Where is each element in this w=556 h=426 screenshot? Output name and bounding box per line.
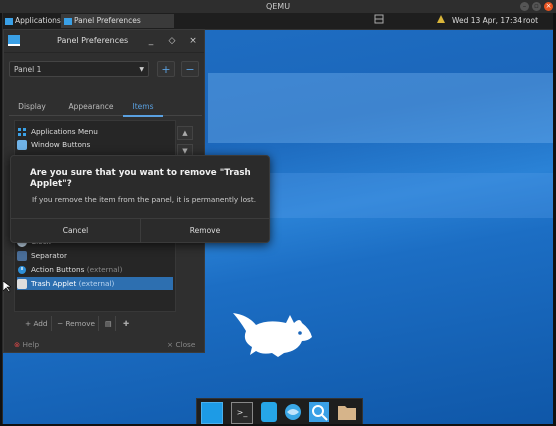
dock: >_ xyxy=(196,398,363,424)
xfce-panel: Applications Panel Preferences Wed 13 Ap… xyxy=(3,13,553,30)
panel-preferences-icon xyxy=(8,35,20,46)
remove-confirmation-dialog: Are you sure that you want to remove "Tr… xyxy=(10,155,270,243)
workspace-switcher[interactable] xyxy=(373,14,385,28)
applications-menu-button[interactable]: Applications xyxy=(5,14,61,28)
trash-icon xyxy=(17,279,27,289)
window-icon xyxy=(64,17,72,25)
dialog-title: Are you sure that you want to remove "Tr… xyxy=(30,168,251,189)
add-item-button[interactable]: + Add xyxy=(22,316,52,331)
dialog-buttons: Cancel Remove xyxy=(11,218,269,243)
power-icon xyxy=(18,266,26,274)
window-footer: ⊗ Help × Close xyxy=(4,338,204,352)
remove-button[interactable]: Remove xyxy=(141,219,269,243)
list-item[interactable]: Action Buttons (external) xyxy=(17,263,173,276)
window-title: Panel Preferences xyxy=(57,36,129,45)
user-menu[interactable]: root xyxy=(523,14,538,28)
xfce-mouse-logo xyxy=(233,313,312,357)
move-up-button[interactable]: ▲ xyxy=(177,126,193,140)
qemu-titlebar: QEMU – ▫ × xyxy=(0,0,556,13)
dialog-message: If you remove the item from the panel, i… xyxy=(32,195,257,204)
window-buttons-icon xyxy=(17,140,27,150)
edit-item-icon[interactable]: ▤ xyxy=(102,316,116,331)
notification-icon[interactable] xyxy=(436,14,446,28)
item-actions: + Add − Remove ▤ ✚ xyxy=(14,316,174,332)
qemu-title: QEMU xyxy=(265,2,291,11)
chevron-down-icon: ▼ xyxy=(139,66,144,73)
show-desktop-icon[interactable] xyxy=(201,402,223,424)
terminal-icon[interactable]: >_ xyxy=(231,402,253,424)
taskbar-item-panel-preferences[interactable]: Panel Preferences xyxy=(61,14,174,28)
list-item[interactable]: Window Buttons xyxy=(17,138,173,151)
tab-appearance[interactable]: Appearance xyxy=(61,99,121,115)
minimize-window-icon[interactable]: – xyxy=(520,2,529,11)
close-icon: × xyxy=(167,340,174,349)
applications-menu-icon xyxy=(5,17,13,25)
close-button[interactable]: × Close xyxy=(167,339,195,351)
add-panel-button[interactable]: + xyxy=(157,61,175,77)
remove-panel-button[interactable]: − xyxy=(181,61,199,77)
clock[interactable]: Wed 13 Apr, 17:34 xyxy=(452,14,522,28)
cancel-button[interactable]: Cancel xyxy=(11,219,141,243)
tab-bar: Display Appearance Items xyxy=(9,99,202,117)
remove-item-button[interactable]: − Remove xyxy=(54,316,100,331)
list-item[interactable]: Separator xyxy=(17,249,173,262)
maximize-window-icon[interactable]: ▫ xyxy=(532,2,541,11)
vm-screen: Applications Panel Preferences Wed 13 Ap… xyxy=(2,13,553,424)
file-manager-icon[interactable] xyxy=(261,402,277,422)
separator-icon xyxy=(17,251,27,261)
mouse-pointer-icon xyxy=(3,281,11,293)
app-finder-icon[interactable] xyxy=(309,402,329,422)
applications-menu-icon xyxy=(18,128,26,136)
help-icon: ⊗ xyxy=(14,340,21,349)
list-item[interactable]: Applications Menu xyxy=(17,125,173,138)
close-icon[interactable]: × xyxy=(187,35,199,47)
minimize-icon[interactable]: _ xyxy=(145,35,157,47)
folder-icon[interactable] xyxy=(337,402,357,422)
panel-select[interactable]: Panel 1 ▼ xyxy=(9,61,149,77)
tab-display[interactable]: Display xyxy=(9,99,55,115)
workspace-icon xyxy=(374,14,384,24)
list-item-selected[interactable]: Trash Applet (external) xyxy=(17,277,173,290)
help-button[interactable]: ⊗ Help xyxy=(14,339,39,351)
add-launcher-icon[interactable]: ✚ xyxy=(120,316,132,331)
close-window-icon[interactable]: × xyxy=(544,2,553,11)
web-browser-icon[interactable] xyxy=(283,402,303,422)
tab-items[interactable]: Items xyxy=(123,99,163,117)
maximize-icon[interactable]: ◇ xyxy=(166,35,178,47)
window-titlebar: Panel Preferences _ ◇ × xyxy=(4,30,204,53)
